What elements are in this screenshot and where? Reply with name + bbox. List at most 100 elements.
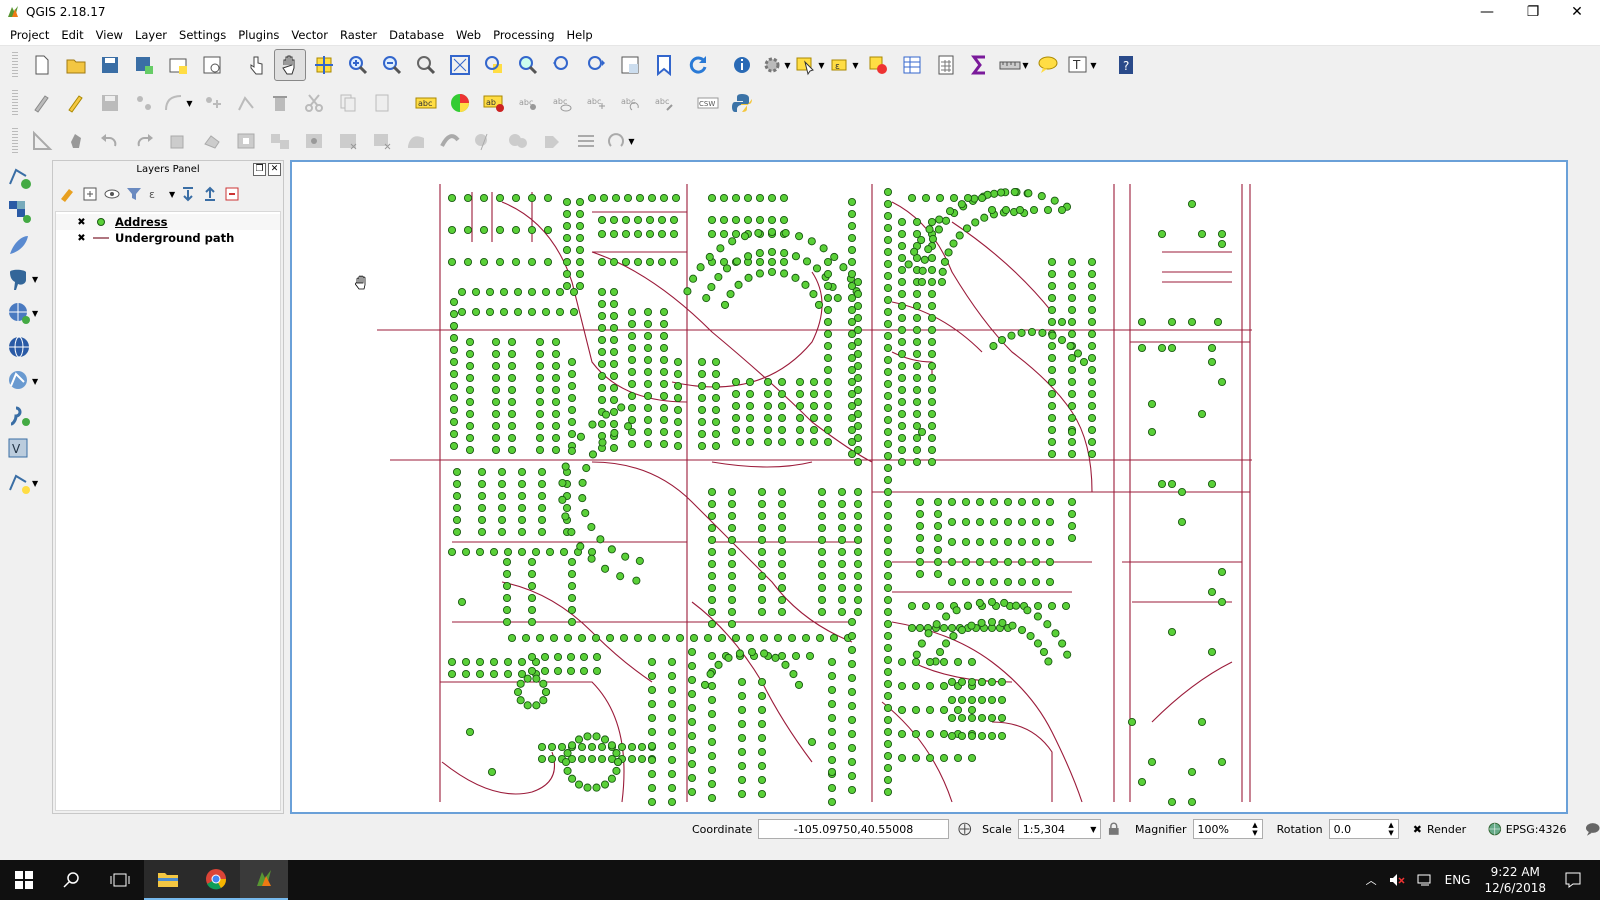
spin-arrows-icon[interactable]: ▲ ▼ [1388, 821, 1393, 837]
remove-layer-icon[interactable] [223, 185, 241, 203]
zoom-next-button[interactable] [580, 49, 612, 81]
open-project-button[interactable] [60, 49, 92, 81]
paste-features-button[interactable] [366, 87, 398, 119]
menu-view[interactable]: View [90, 24, 129, 46]
fill-ring-button[interactable] [298, 125, 330, 157]
save-as-button[interactable] [128, 49, 160, 81]
split-features-button[interactable] [468, 125, 500, 157]
qgis-taskbar-button[interactable] [240, 860, 288, 900]
render-checkbox[interactable]: ✖ [1413, 823, 1422, 836]
chevron-down-icon[interactable]: ▼ [169, 190, 175, 199]
layer-diagram-button[interactable] [444, 87, 476, 119]
close-panel-button[interactable]: ✕ [268, 163, 281, 176]
messages-icon[interactable] [1585, 821, 1600, 837]
measure-line-button[interactable]: ▼ [998, 49, 1030, 81]
open-attribute-table-button[interactable] [896, 49, 928, 81]
zoom-out-button[interactable] [376, 49, 408, 81]
menu-help[interactable]: Help [561, 24, 599, 46]
new-shapefile-button[interactable]: ▼ [0, 466, 46, 500]
filter-expression-icon[interactable]: ε [147, 185, 165, 203]
add-ring-button[interactable] [230, 125, 262, 157]
add-wms-layer-button[interactable]: ▼ [0, 296, 46, 330]
add-feature-button[interactable] [128, 87, 160, 119]
text-annotation-button[interactable]: T ▼ [1066, 49, 1098, 81]
zoom-to-layer-button[interactable] [512, 49, 544, 81]
search-button[interactable] [48, 860, 96, 900]
add-group-icon[interactable] [81, 185, 99, 203]
lock-icon[interactable] [1107, 822, 1121, 836]
input-language[interactable]: ENG [1445, 873, 1471, 887]
map-canvas[interactable] [290, 160, 1568, 814]
enable-advanced-digitizing-button[interactable] [26, 125, 58, 157]
delete-ring-button[interactable] [332, 125, 364, 157]
menu-vector[interactable]: Vector [285, 24, 334, 46]
close-window-button[interactable]: ✕ [1554, 0, 1600, 24]
mouse-coordinate-toggle-icon[interactable] [957, 821, 973, 837]
save-project-button[interactable] [94, 49, 126, 81]
file-explorer-taskbar-button[interactable] [144, 860, 192, 900]
toggle-editing-button[interactable] [60, 87, 92, 119]
run-feature-action-button[interactable]: ▼ [760, 49, 792, 81]
add-wcs-layer-button[interactable] [0, 330, 46, 364]
add-postgis-layer-button[interactable]: ▼ [0, 262, 46, 296]
toolbar-handle[interactable] [12, 90, 18, 116]
field-calculator-button[interactable] [930, 49, 962, 81]
move-label-button[interactable]: abc [580, 87, 612, 119]
layer-item-address[interactable]: ✖ Address [56, 214, 280, 230]
touch-zoom-pan-button[interactable] [240, 49, 272, 81]
menu-plugins[interactable]: Plugins [232, 24, 285, 46]
action-center-icon[interactable] [1564, 871, 1582, 889]
select-features-button[interactable]: ▼ [794, 49, 826, 81]
deselect-features-button[interactable] [862, 49, 894, 81]
coordinate-field[interactable]: -105.09750,40.55008 [758, 819, 949, 839]
rotate-label-button[interactable]: abc [614, 87, 646, 119]
scale-combobox[interactable]: 1:5,304 ▼ [1017, 819, 1102, 839]
split-parts-button[interactable] [502, 125, 534, 157]
refresh-button[interactable] [682, 49, 714, 81]
add-part-button[interactable] [264, 125, 296, 157]
reshape-features-button[interactable] [400, 125, 432, 157]
current-edits-button[interactable] [26, 87, 58, 119]
map-rendering[interactable] [292, 162, 1566, 812]
menu-edit[interactable]: Edit [55, 24, 89, 46]
layer-item-underground-path[interactable]: ✖ Underground path [56, 230, 280, 246]
change-label-button[interactable]: abc [648, 87, 680, 119]
csw-client-button[interactable]: CSW [692, 87, 724, 119]
minimize-button[interactable]: — [1464, 0, 1510, 24]
cut-features-button[interactable] [298, 87, 330, 119]
magnifier-spinbox[interactable]: 100% ▲ ▼ [1192, 819, 1263, 839]
undo-button[interactable] [94, 125, 126, 157]
network-icon[interactable] [1417, 873, 1433, 887]
delete-part-button[interactable] [366, 125, 398, 157]
new-project-button[interactable] [26, 49, 58, 81]
menu-raster[interactable]: Raster [334, 24, 383, 46]
layer-visibility-checkbox[interactable]: ✖ [76, 217, 87, 228]
crs-status[interactable]: EPSG:4326 [1506, 823, 1567, 836]
rotate-feature-button[interactable] [162, 125, 194, 157]
menu-layer[interactable]: Layer [129, 24, 173, 46]
pin-labels-button[interactable]: abc [512, 87, 544, 119]
zoom-last-button[interactable] [546, 49, 578, 81]
menu-processing[interactable]: Processing [487, 24, 560, 46]
zoom-in-button[interactable] [342, 49, 374, 81]
start-button[interactable] [0, 860, 48, 900]
zoom-native-button[interactable] [410, 49, 442, 81]
add-virtual-layer-button[interactable]: V [0, 432, 46, 466]
add-wfs-layer-button[interactable]: ▼ [0, 364, 46, 398]
spin-arrows-icon[interactable]: ▲ ▼ [1252, 821, 1257, 837]
crs-globe-icon[interactable] [1488, 822, 1502, 836]
layer-styling-icon[interactable] [59, 185, 77, 203]
restore-button[interactable]: ❐ [1510, 0, 1556, 24]
menu-project[interactable]: Project [4, 24, 55, 46]
toolbar-handle[interactable] [12, 128, 18, 154]
move-feature-button[interactable] [196, 87, 228, 119]
offset-curve-button[interactable] [434, 125, 466, 157]
node-tool-button[interactable] [230, 87, 262, 119]
menu-database[interactable]: Database [383, 24, 450, 46]
pan-to-selection-button[interactable] [308, 49, 340, 81]
volume-muted-icon[interactable] [1389, 873, 1405, 887]
composer-manager-button[interactable] [196, 49, 228, 81]
expand-all-icon[interactable] [179, 185, 197, 203]
toolbar-handle[interactable] [12, 52, 18, 78]
chevron-up-icon[interactable]: ︿ [1366, 872, 1377, 888]
